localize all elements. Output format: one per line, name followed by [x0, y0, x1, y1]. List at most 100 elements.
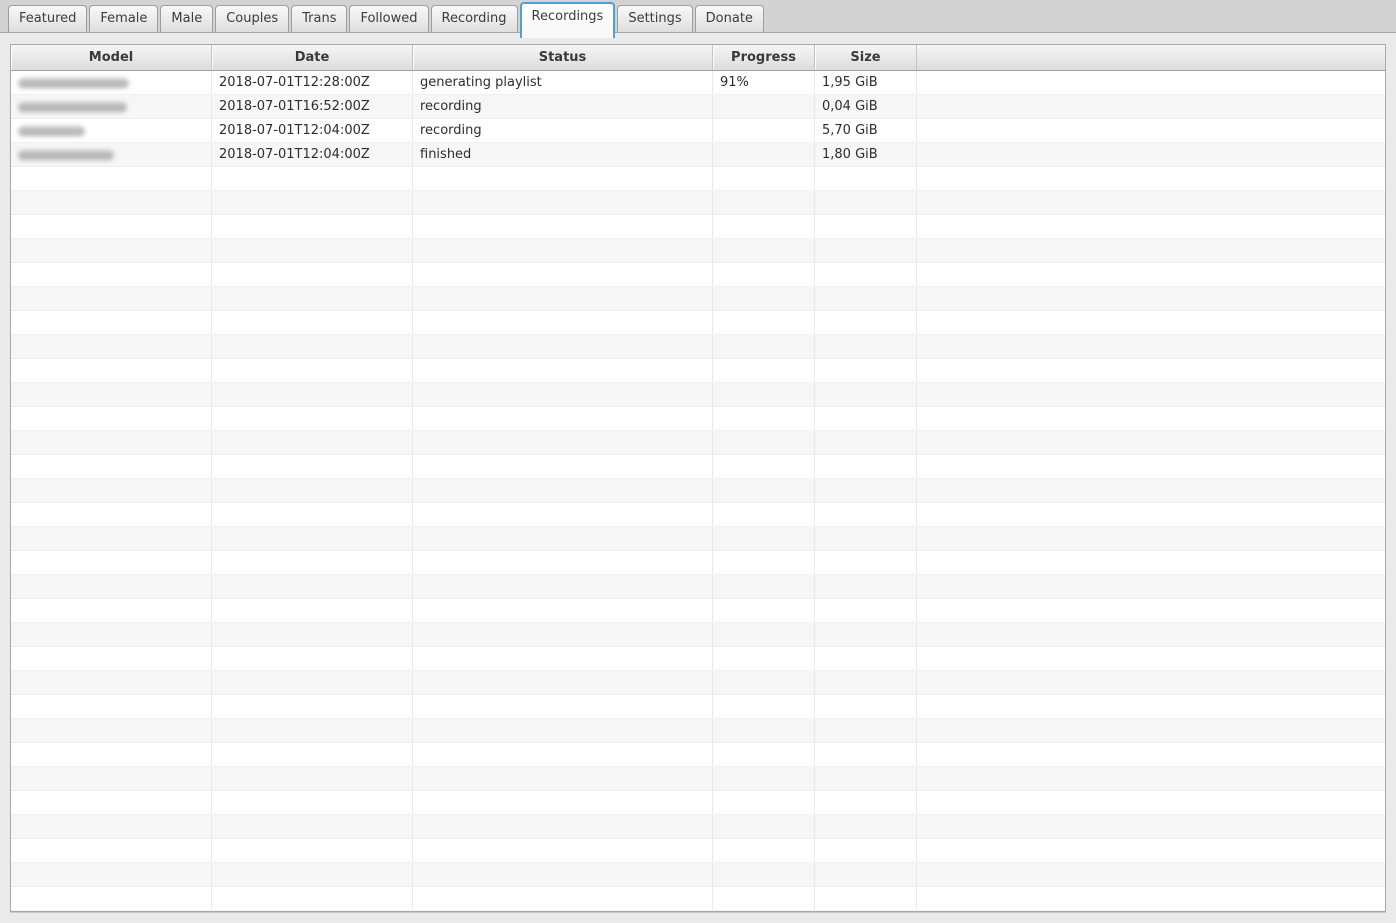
cell-model: [11, 551, 212, 574]
recordings-table: Model Date Status Progress Size 2018-07-…: [10, 44, 1386, 912]
empty-table-row: [11, 647, 1385, 671]
tab-label: Couples: [226, 11, 279, 26]
tab-label: Settings: [628, 11, 682, 26]
cell-size: [815, 455, 917, 478]
cell-model: [11, 359, 212, 382]
cell-status: [413, 287, 713, 310]
tab-featured[interactable]: Featured: [8, 5, 88, 32]
cell-model: [11, 647, 212, 670]
table-header: Model Date Status Progress Size: [11, 45, 1385, 71]
table-row[interactable]: 2018-07-01T12:28:00Z generating playlist…: [11, 71, 1385, 95]
tab-settings[interactable]: Settings: [617, 5, 693, 32]
cell-date: [212, 887, 413, 910]
cell-date: [212, 263, 413, 286]
cell-model: [11, 287, 212, 310]
cell-size: [815, 191, 917, 214]
cell-progress: [713, 143, 815, 166]
cell-status: [413, 647, 713, 670]
cell-size: 5,70 GiB: [815, 119, 917, 142]
column-header-progress[interactable]: Progress: [713, 45, 815, 70]
cell-status: [413, 239, 713, 262]
cell-date: [212, 695, 413, 718]
column-header-date[interactable]: Date: [212, 45, 413, 70]
column-header-filler: [917, 45, 1385, 70]
cell-model: [11, 695, 212, 718]
cell-status: [413, 887, 713, 910]
cell-date: [212, 191, 413, 214]
cell-date: 2018-07-01T12:04:00Z: [212, 119, 413, 142]
table-row[interactable]: 2018-07-01T12:04:00Z finished 1,80 GiB: [11, 143, 1385, 167]
cell-filler: [917, 767, 1385, 790]
cell-model: [11, 503, 212, 526]
column-header-size[interactable]: Size: [815, 45, 917, 70]
cell-model: [11, 719, 212, 742]
tab-trans[interactable]: Trans: [291, 5, 348, 32]
cell-progress: [713, 335, 815, 358]
cell-date: [212, 167, 413, 190]
cell-filler: [917, 71, 1385, 94]
cell-status: [413, 335, 713, 358]
empty-table-row: [11, 623, 1385, 647]
tab-female[interactable]: Female: [89, 5, 159, 32]
cell-date: [212, 239, 413, 262]
cell-status: [413, 191, 713, 214]
tab-male[interactable]: Male: [160, 5, 214, 32]
cell-date: [212, 383, 413, 406]
cell-progress: [713, 383, 815, 406]
cell-progress: [713, 527, 815, 550]
tab-donate[interactable]: Donate: [694, 5, 764, 32]
cell-model: [11, 743, 212, 766]
cell-model: [11, 839, 212, 862]
cell-progress: [713, 95, 815, 118]
column-header-model[interactable]: Model: [11, 45, 212, 70]
cell-size: [815, 239, 917, 262]
cell-status: [413, 527, 713, 550]
cell-size: [815, 263, 917, 286]
cell-model: [11, 887, 212, 910]
tab-label: Female: [100, 11, 148, 26]
cell-date: [212, 719, 413, 742]
column-header-status[interactable]: Status: [413, 45, 713, 70]
cell-status: [413, 575, 713, 598]
cell-date: [212, 575, 413, 598]
cell-status: [413, 863, 713, 886]
cell-model: [11, 71, 212, 94]
empty-table-row: [11, 671, 1385, 695]
cell-filler: [917, 623, 1385, 646]
cell-date: [212, 647, 413, 670]
cell-filler: [917, 167, 1385, 190]
tab-label: Featured: [19, 11, 77, 26]
cell-progress: [713, 359, 815, 382]
cell-progress: [713, 575, 815, 598]
table-row[interactable]: 2018-07-01T16:52:00Z recording 0,04 GiB: [11, 95, 1385, 119]
tab-label: Trans: [302, 11, 337, 26]
table-row[interactable]: 2018-07-01T12:04:00Z recording 5,70 GiB: [11, 119, 1385, 143]
cell-model: [11, 239, 212, 262]
tab-recording[interactable]: Recording: [430, 5, 518, 32]
cell-status: [413, 551, 713, 574]
empty-table-row: [11, 359, 1385, 383]
cell-size: [815, 215, 917, 238]
cell-model: [11, 167, 212, 190]
cell-model: [11, 95, 212, 118]
cell-filler: [917, 383, 1385, 406]
cell-model: [11, 431, 212, 454]
tab-followed[interactable]: Followed: [349, 5, 429, 32]
cell-date: [212, 767, 413, 790]
cell-model: [11, 767, 212, 790]
tab-label: Donate: [705, 11, 753, 26]
cell-progress: [713, 479, 815, 502]
cell-model: [11, 143, 212, 166]
cell-filler: [917, 215, 1385, 238]
cell-filler: [917, 647, 1385, 670]
tab-couples[interactable]: Couples: [215, 5, 290, 32]
cell-date: [212, 455, 413, 478]
cell-size: [815, 359, 917, 382]
cell-progress: [713, 311, 815, 334]
cell-size: [815, 335, 917, 358]
empty-table-row: [11, 599, 1385, 623]
table-body: 2018-07-01T12:28:00Z generating playlist…: [11, 71, 1385, 911]
tab-recordings[interactable]: Recordings: [519, 2, 616, 38]
cell-progress: [713, 551, 815, 574]
cell-filler: [917, 743, 1385, 766]
